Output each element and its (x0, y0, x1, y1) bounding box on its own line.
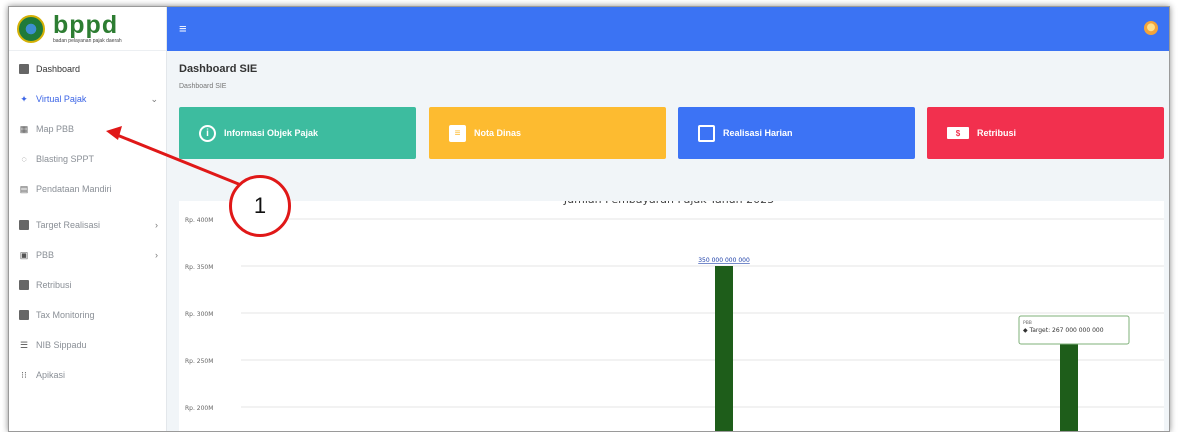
card-label: Nota Dinas (474, 128, 522, 138)
seal-icon (17, 14, 45, 43)
target-icon (19, 220, 29, 230)
card-label: Realisasi Harian (723, 128, 793, 138)
sidebar-item-tax-monitoring[interactable]: Tax Monitoring (9, 300, 166, 330)
id-card-icon: ▤ (19, 184, 29, 194)
card-informasi-objek-pajak[interactable]: i Informasi Objek Pajak (179, 107, 416, 159)
app-window: bppd badan pelayanan pajak daerah Dashbo… (8, 6, 1170, 432)
sidebar-item-map-pbb[interactable]: ▦ Map PBB (9, 114, 166, 144)
y-tick-label: Rp. 350M (185, 264, 213, 271)
sidebar-item-label: Virtual Pajak (36, 94, 87, 104)
sidebar-item-label: Apikasi (36, 370, 66, 380)
sidebar-item-label: Retribusi (36, 280, 72, 290)
sidebar-item-label: NIB Sippadu (36, 340, 87, 350)
logo[interactable]: bppd badan pelayanan pajak daerah (9, 7, 166, 51)
grid-icon: ⁝⁝ (21, 370, 27, 380)
bar (1060, 344, 1078, 431)
checklist-icon: ☰ (19, 340, 29, 350)
card-label: Informasi Objek Pajak (224, 128, 319, 138)
payment-chart: Jumlah Pembayaran Pajak Tahun 2023 Rp. 40… (179, 201, 1164, 431)
annotation-marker: 1 (229, 175, 291, 237)
sidebar-item-target-realisasi[interactable]: Target Realisasi › (9, 210, 166, 240)
page-title: Dashboard SIE (179, 63, 258, 75)
y-tick-label: Rp. 400M (185, 217, 213, 224)
chart-svg: Jumlah Pembayaran Pajak Tahun 2023 Rp. 40… (185, 201, 1164, 431)
card-label: Retribusi (977, 128, 1017, 138)
sidebar-item-pendataan-mandiri[interactable]: ▤ Pendataan Mandiri (9, 174, 166, 204)
avatar[interactable] (1144, 21, 1158, 35)
document-icon: ≡ (449, 124, 466, 142)
sidebar-item-pbb[interactable]: ▣ PBB › (9, 240, 166, 270)
info-icon: i (199, 124, 216, 142)
bar-data-label: 350 000 000 000 (698, 257, 750, 264)
sidebar-item-apikasi[interactable]: ⁝⁝ Apikasi (9, 360, 166, 390)
sidebar-item-label: Blasting SPPT (36, 154, 95, 164)
sidebar-item-label: Target Realisasi (36, 220, 101, 230)
sidebar-item-label: Map PBB (36, 124, 75, 134)
menu-toggle-icon[interactable]: ≡ (179, 22, 187, 35)
monitor-icon (19, 310, 29, 320)
list-box-icon (19, 280, 29, 290)
top-navbar: ≡ (167, 7, 1169, 51)
money-icon: $ (947, 127, 969, 139)
sidebar-item-label: Dashboard (36, 64, 81, 74)
sidebar-item-nib-sippadu[interactable]: ☰ NIB Sippadu (9, 330, 166, 360)
annotation-number: 1 (253, 193, 267, 218)
sidebar-item-label: Tax Monitoring (36, 310, 95, 320)
breadcrumb: Dashboard SIE (179, 83, 227, 90)
tooltip-text: ◆ Target: 267 000 000 000 (1023, 327, 1104, 334)
copy-icon (698, 124, 715, 142)
brand-name: bppd (53, 10, 119, 39)
card-realisasi-harian[interactable]: Realisasi Harian (678, 107, 915, 159)
sidebar-item-label: Pendataan Mandiri (36, 184, 112, 194)
chevron-down-icon: ⌄ (150, 93, 158, 104)
brand: bppd badan pelayanan pajak daerah (53, 10, 122, 44)
user-box-icon: ▣ (19, 250, 29, 260)
sparkle-icon: ✦ (20, 94, 28, 104)
sidebar-item-dashboard[interactable]: Dashboard (9, 54, 166, 84)
sidebar-item-label: PBB (36, 250, 55, 260)
card-retribusi[interactable]: $ Retribusi (927, 107, 1164, 159)
y-tick-label: Rp. 300M (185, 311, 213, 318)
y-tick-label: Rp. 200M (185, 405, 213, 412)
sidebar-item-virtual-pajak[interactable]: ✦ Virtual Pajak ⌄ (9, 84, 166, 114)
bar (715, 266, 733, 431)
map-icon: ▦ (19, 124, 29, 134)
brand-tagline: badan pelayanan pajak daerah (53, 37, 122, 44)
tooltip-series: PBB (1023, 320, 1032, 326)
dashboard-icon (19, 64, 29, 74)
y-tick-label: Rp. 250M (185, 358, 213, 365)
chart-title: Jumlah Pembayaran Pajak Tahun 2023 (563, 201, 774, 206)
sidebar: bppd badan pelayanan pajak daerah Dashbo… (9, 7, 167, 431)
sidebar-item-blasting-sppt[interactable]: ◌ Blasting SPPT (9, 144, 166, 174)
whatsapp-icon: ◌ (21, 154, 27, 164)
chevron-right-icon: › (155, 220, 158, 230)
main-content: Dashboard SIE Dashboard SIE i Informasi O… (167, 51, 1169, 431)
card-nota-dinas[interactable]: ≡ Nota Dinas (429, 107, 666, 159)
chevron-right-icon: › (155, 250, 158, 260)
sidebar-item-retribusi[interactable]: Retribusi (9, 270, 166, 300)
